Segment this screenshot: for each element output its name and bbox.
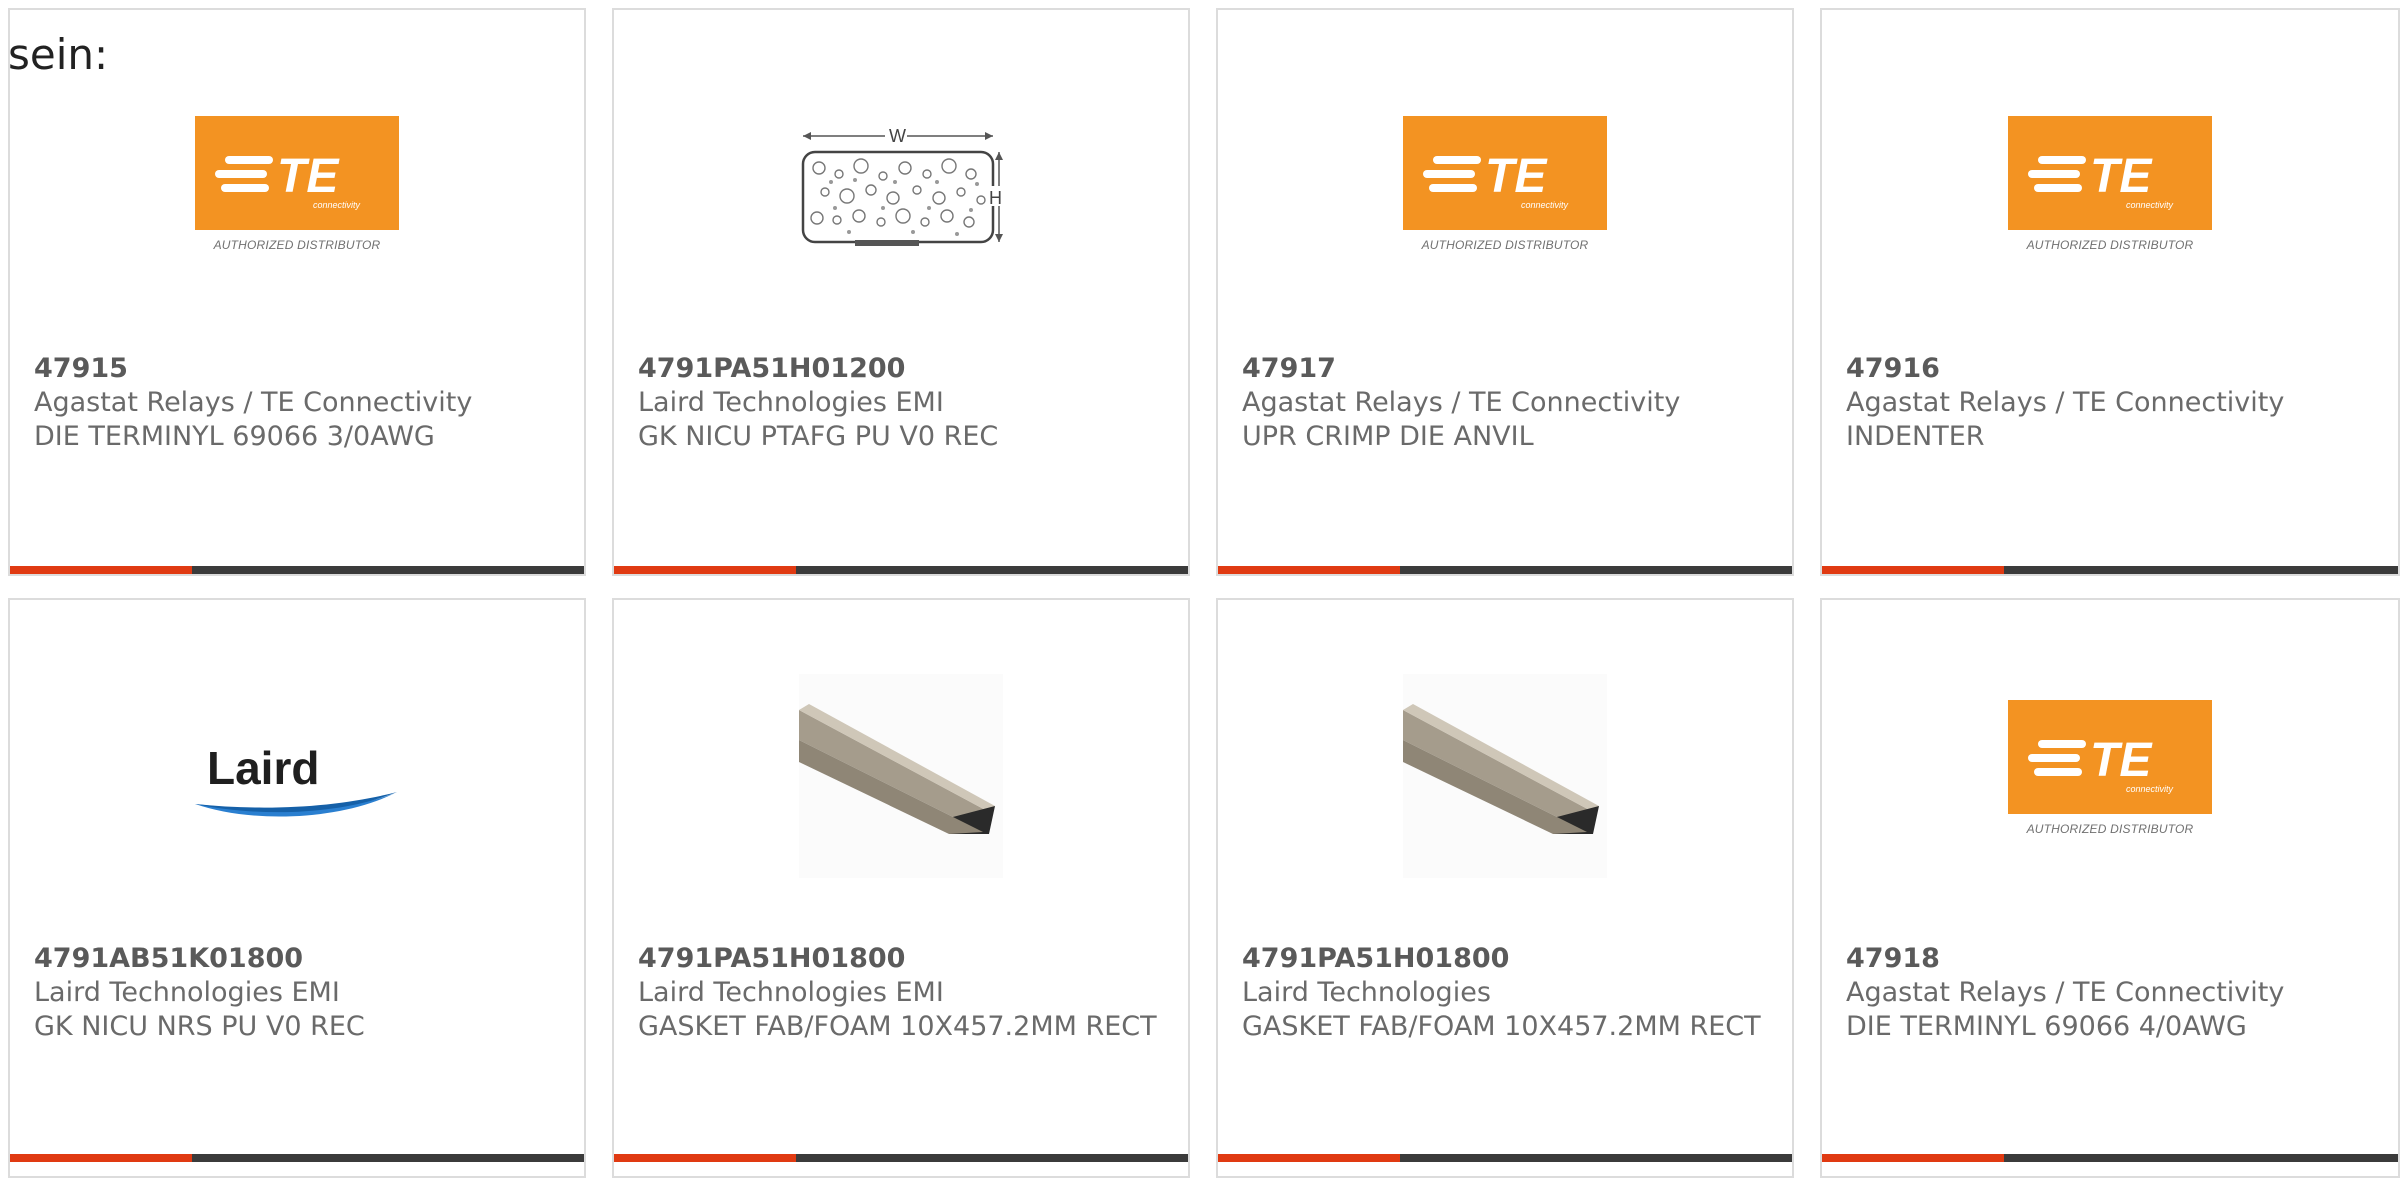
part-number-link[interactable]: 47915 bbox=[34, 352, 566, 386]
product-description: UPR CRIMP DIE ANVIL bbox=[1242, 421, 1534, 452]
card-bottom-bar bbox=[1218, 566, 1792, 574]
product-image-area: TE connectivity AUTHORIZED DISTRIBUTOR bbox=[1822, 600, 2398, 930]
part-number-link[interactable]: 47916 bbox=[1846, 352, 2380, 386]
product-card[interactable]: TE connectivity AUTHORIZED DISTRIBUTOR 4… bbox=[1216, 8, 1794, 576]
product-image-area: TE connectivity AUTHORIZED DISTRIBUTOR bbox=[1822, 10, 2398, 340]
part-number-link[interactable]: 4791AB51K01800 bbox=[34, 942, 566, 976]
card-accent-bar bbox=[1822, 566, 2004, 574]
te-logo-caption: AUTHORIZED DISTRIBUTOR bbox=[2026, 822, 2194, 836]
card-accent-bar bbox=[614, 566, 796, 574]
te-logo-subtext: connectivity bbox=[313, 200, 361, 210]
te-logo-letters: TE bbox=[1485, 150, 1548, 203]
page-intro-text: sein: bbox=[8, 30, 109, 79]
card-bottom-bar bbox=[614, 1154, 1188, 1162]
te-logo-subtext: connectivity bbox=[1521, 200, 1569, 210]
drawing-height-label: H bbox=[989, 188, 1002, 208]
gasket-product-photo bbox=[1403, 674, 1607, 878]
card-accent-bar bbox=[10, 566, 192, 574]
te-connectivity-logo: TE connectivity AUTHORIZED DISTRIBUTOR bbox=[1403, 116, 1607, 252]
manufacturer-name: Laird Technologies bbox=[1242, 977, 1491, 1008]
te-connectivity-logo: TE connectivity AUTHORIZED DISTRIBUTOR bbox=[195, 116, 399, 252]
card-bottom-bar bbox=[10, 1154, 584, 1162]
card-accent-bar bbox=[1822, 1154, 2004, 1162]
manufacturer-name: Agastat Relays / TE Connectivity bbox=[34, 387, 473, 418]
manufacturer-name: Laird Technologies EMI bbox=[34, 977, 340, 1008]
product-image-area bbox=[1218, 600, 1792, 930]
product-card[interactable]: 4791PA51H01800 Laird Technologies GASKET… bbox=[1216, 598, 1794, 1178]
product-description: DIE TERMINYL 69066 3/0AWG bbox=[34, 421, 435, 452]
gasket-product-photo bbox=[799, 674, 1003, 878]
manufacturer-name: Laird Technologies EMI bbox=[638, 977, 944, 1008]
laird-logo: Laird bbox=[193, 728, 401, 838]
product-card[interactable]: TE connectivity AUTHORIZED DISTRIBUTOR 4… bbox=[1820, 598, 2400, 1178]
laird-logo-text: Laird bbox=[207, 742, 319, 794]
product-card[interactable]: TE connectivity AUTHORIZED DISTRIBUTOR 4… bbox=[1820, 8, 2400, 576]
part-number-link[interactable]: 4791PA51H01200 bbox=[638, 352, 1170, 386]
product-description: INDENTER bbox=[1846, 421, 1985, 452]
te-logo-letters: TE bbox=[277, 150, 340, 203]
product-card[interactable]: TE connectivity AUTHORIZED DISTRIBUTOR 4… bbox=[8, 8, 586, 576]
product-grid: TE connectivity AUTHORIZED DISTRIBUTOR 4… bbox=[0, 0, 2400, 1178]
te-logo-letters: TE bbox=[2090, 150, 2153, 203]
product-description: GASKET FAB/FOAM 10X457.2MM RECT bbox=[1242, 1011, 1761, 1042]
card-accent-bar bbox=[1218, 1154, 1400, 1162]
te-logo-subtext: connectivity bbox=[2126, 200, 2174, 210]
card-bottom-bar bbox=[1218, 1154, 1792, 1162]
product-description: DIE TERMINYL 69066 4/0AWG bbox=[1846, 1011, 2247, 1042]
part-number-link[interactable]: 47918 bbox=[1846, 942, 2380, 976]
product-description: GASKET FAB/FOAM 10X457.2MM RECT bbox=[638, 1011, 1157, 1042]
manufacturer-name: Agastat Relays / TE Connectivity bbox=[1846, 977, 2285, 1008]
te-logo-caption: AUTHORIZED DISTRIBUTOR bbox=[1421, 238, 1589, 252]
te-connectivity-logo: TE connectivity AUTHORIZED DISTRIBUTOR bbox=[2008, 116, 2212, 252]
product-description: GK NICU NRS PU V0 REC bbox=[34, 1011, 365, 1042]
part-number-link[interactable]: 4791PA51H01800 bbox=[638, 942, 1170, 976]
card-bottom-bar bbox=[10, 566, 584, 574]
card-bottom-bar bbox=[1822, 1154, 2398, 1162]
drawing-width-label: W bbox=[889, 126, 906, 146]
card-bottom-bar bbox=[1822, 566, 2398, 574]
te-logo-letters: TE bbox=[2090, 734, 2153, 787]
product-image-area bbox=[614, 600, 1188, 930]
product-image-area: TE connectivity AUTHORIZED DISTRIBUTOR bbox=[1218, 10, 1792, 340]
card-accent-bar bbox=[614, 1154, 796, 1162]
part-number-link[interactable]: 47917 bbox=[1242, 352, 1774, 386]
te-logo-caption: AUTHORIZED DISTRIBUTOR bbox=[2026, 238, 2194, 252]
product-image-area: W H bbox=[614, 10, 1188, 340]
te-logo-subtext: connectivity bbox=[2126, 784, 2174, 794]
product-card[interactable]: Laird 4791AB51K01800 Laird Technologies … bbox=[8, 598, 586, 1178]
card-accent-bar bbox=[1218, 566, 1400, 574]
card-bottom-bar bbox=[614, 566, 1188, 574]
te-logo-caption: AUTHORIZED DISTRIBUTOR bbox=[213, 238, 381, 252]
te-connectivity-logo: TE connectivity AUTHORIZED DISTRIBUTOR bbox=[2008, 700, 2212, 836]
product-description: GK NICU PTAFG PU V0 REC bbox=[638, 421, 999, 452]
dimension-drawing-image: W H bbox=[799, 122, 1003, 252]
product-card[interactable]: W H 4791PA51H01200 Laird Technologies EM… bbox=[612, 8, 1190, 576]
manufacturer-name: Agastat Relays / TE Connectivity bbox=[1846, 387, 2285, 418]
part-number-link[interactable]: 4791PA51H01800 bbox=[1242, 942, 1774, 976]
manufacturer-name: Laird Technologies EMI bbox=[638, 387, 944, 418]
product-image-area: Laird bbox=[10, 600, 584, 930]
product-card[interactable]: 4791PA51H01800 Laird Technologies EMI GA… bbox=[612, 598, 1190, 1178]
manufacturer-name: Agastat Relays / TE Connectivity bbox=[1242, 387, 1681, 418]
card-accent-bar bbox=[10, 1154, 192, 1162]
